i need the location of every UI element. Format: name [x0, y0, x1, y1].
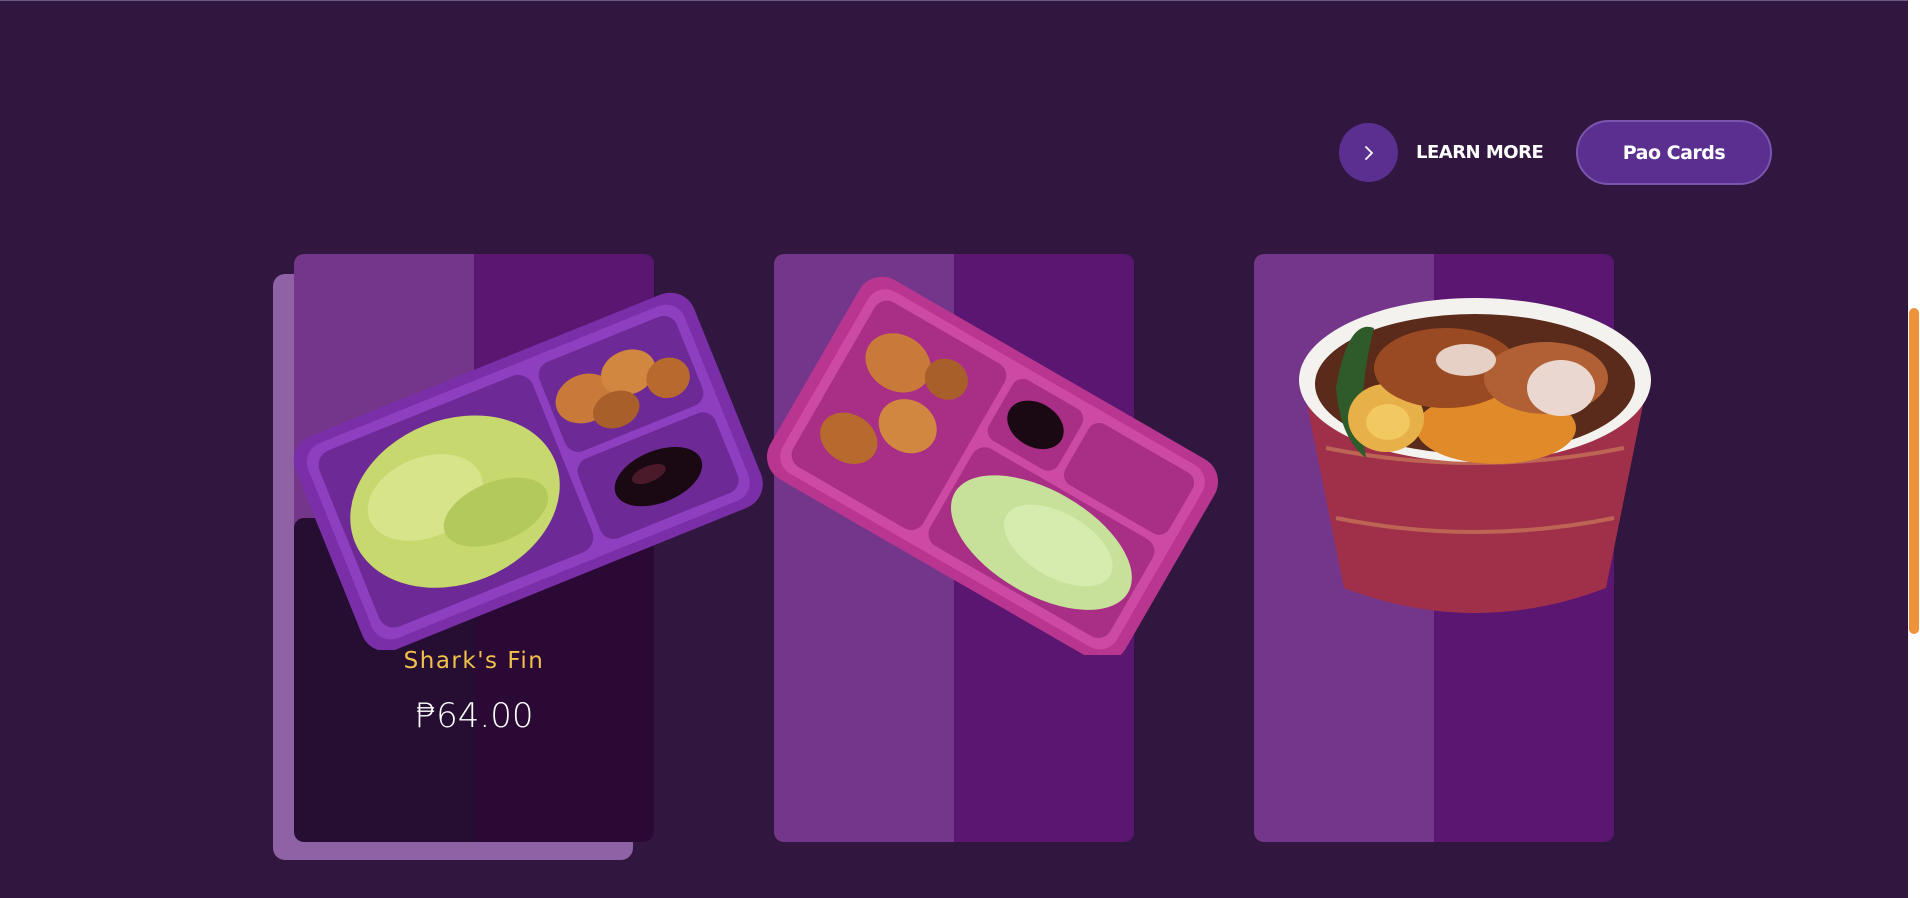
- learn-more-circle: [1339, 123, 1398, 182]
- product-price: ₱64.00: [414, 696, 534, 736]
- card-right-panel: [1434, 254, 1614, 842]
- top-border: [0, 0, 1920, 1]
- card-left-panel: [1254, 254, 1434, 842]
- card-left-panel: [774, 254, 954, 842]
- card-info-overlay: [294, 518, 654, 842]
- product-card-noodle-bowl[interactable]: [1254, 254, 1614, 842]
- product-name: Shark's Fin: [403, 648, 545, 674]
- page: LEARN MORE Pao Cards Shark's Fin ₱64.00: [0, 0, 1920, 898]
- card-right-panel: [954, 254, 1134, 842]
- scrollbar-thumb[interactable]: [1909, 308, 1919, 634]
- chevron-right-icon: [1364, 145, 1373, 160]
- product-card-dumplings[interactable]: [774, 254, 1134, 842]
- pao-cards-button[interactable]: Pao Cards: [1576, 120, 1772, 185]
- learn-more-label: LEARN MORE: [1416, 142, 1544, 163]
- product-card-sharks-fin[interactable]: Shark's Fin ₱64.00: [294, 254, 654, 842]
- learn-more-link[interactable]: LEARN MORE: [1339, 123, 1544, 182]
